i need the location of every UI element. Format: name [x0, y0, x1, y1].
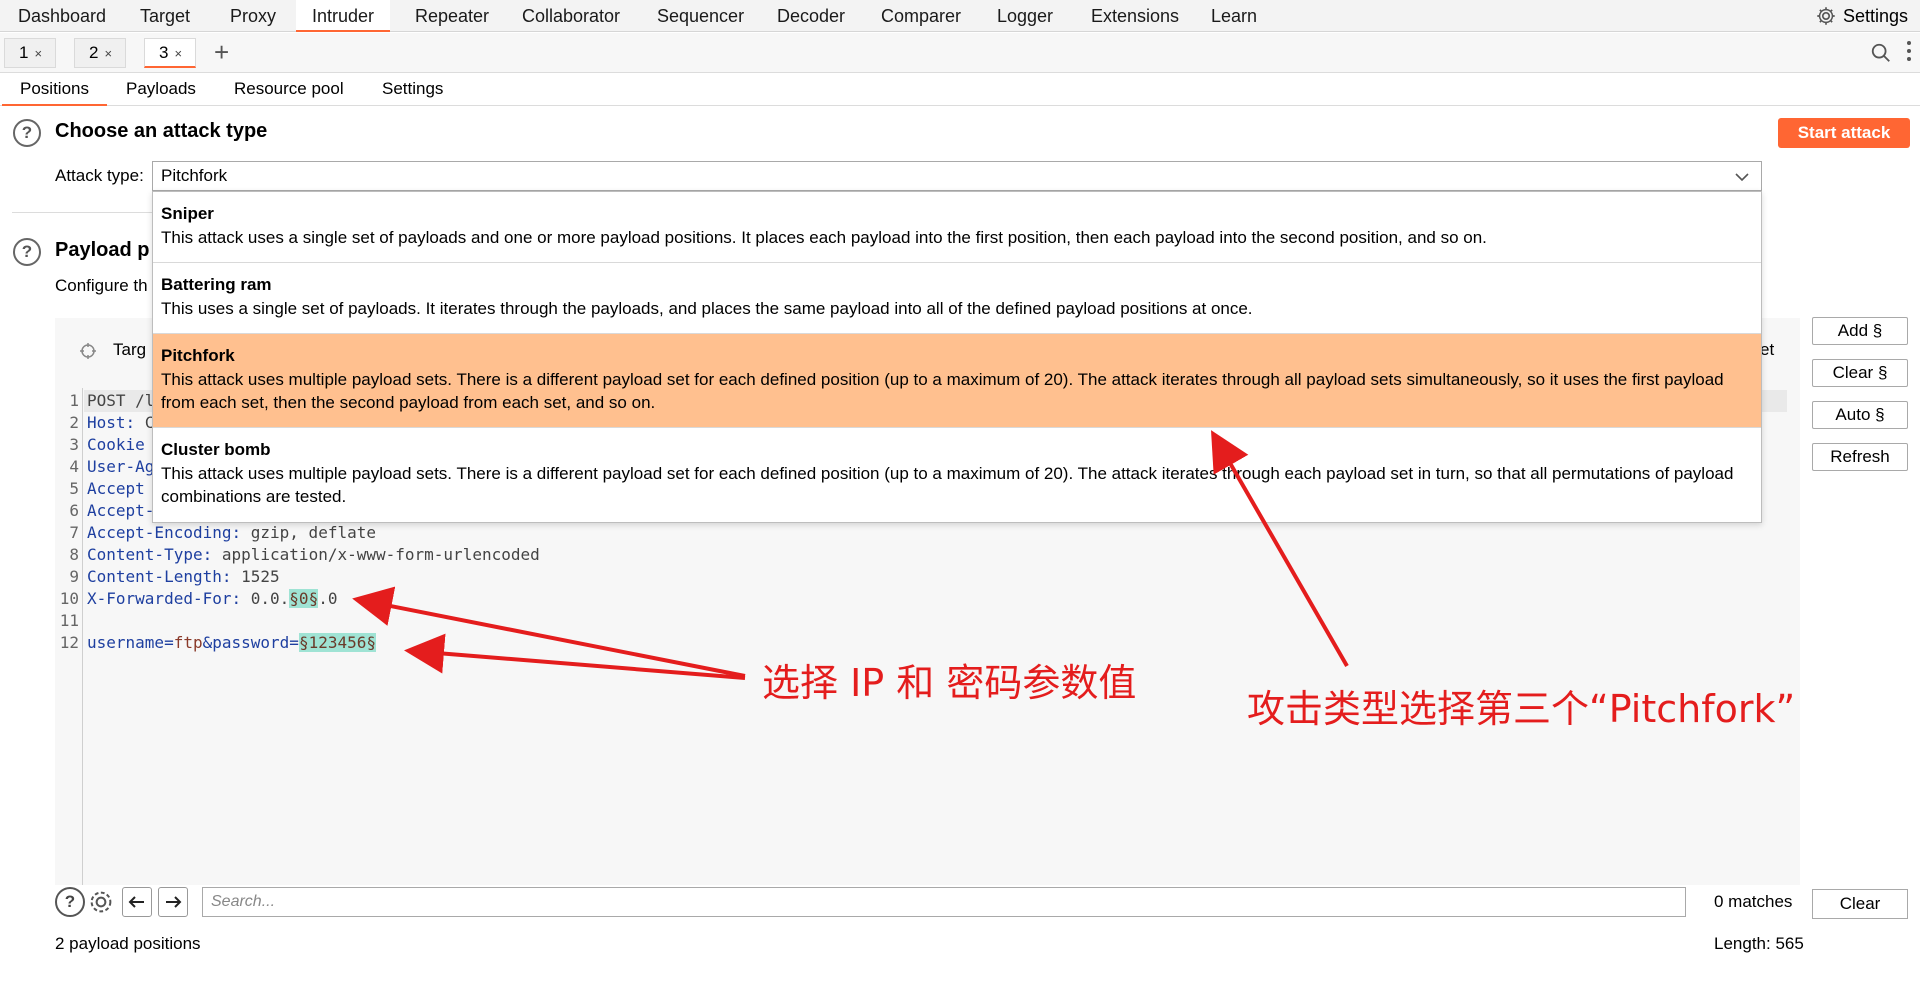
tab-resource-pool[interactable]: Resource pool	[216, 74, 362, 106]
clear-markers-button[interactable]: Clear §	[1812, 359, 1908, 387]
request-tab-2[interactable]: 2 ×	[74, 38, 126, 68]
menu-target[interactable]: Target	[140, 0, 190, 32]
target-icon	[80, 343, 96, 359]
request-line: 2 Host: C	[69, 413, 155, 432]
payload-marker-ip[interactable]: §0§	[289, 589, 319, 608]
option-title: Sniper	[161, 204, 214, 223]
tab-settings[interactable]: Settings	[364, 74, 461, 106]
next-match-button[interactable]	[158, 887, 188, 917]
request-tab-3[interactable]: 3 ×	[144, 38, 196, 68]
refresh-button[interactable]: Refresh	[1812, 443, 1908, 471]
attack-type-dropdown: Sniper This attack uses a single set of …	[152, 191, 1762, 523]
match-count: 0 matches	[1714, 892, 1793, 911]
request-line: 4 User-Ag	[69, 457, 155, 476]
payload-positions-count: 2 payload positions	[55, 934, 201, 953]
menu-intruder[interactable]: Intruder	[296, 0, 391, 32]
menu-decoder[interactable]: Decoder	[777, 0, 845, 32]
request-length: Length: 565	[1714, 934, 1804, 953]
target-label-end: et	[1760, 340, 1775, 359]
option-desc: This attack uses multiple payload sets. …	[161, 370, 1724, 412]
option-desc: This attack uses multiple payload sets. …	[161, 464, 1734, 506]
request-tab-1[interactable]: 1 ×	[4, 38, 56, 68]
menu-comparer[interactable]: Comparer	[881, 0, 961, 32]
help-icon[interactable]: ?	[55, 887, 85, 917]
request-line: 10 X-Forwarded-For: 0.0.§0§.0	[59, 589, 338, 608]
help-icon[interactable]: ?	[13, 119, 41, 147]
menu-repeater[interactable]: Repeater	[415, 0, 489, 32]
add-marker-button[interactable]: Add §	[1812, 317, 1908, 345]
option-sniper[interactable]: Sniper This attack uses a single set of …	[153, 192, 1761, 263]
request-line: 12 username=ftp&password=§123456§	[59, 633, 376, 652]
attack-type-select[interactable]: Pitchfork	[152, 161, 1762, 191]
tab-positions[interactable]: Positions	[2, 74, 107, 106]
request-line: 1 POST /l	[69, 391, 155, 410]
menu-sequencer[interactable]: Sequencer	[657, 0, 744, 32]
tab-label: 1	[19, 43, 29, 62]
option-pitchfork[interactable]: Pitchfork This attack uses multiple payl…	[153, 334, 1761, 428]
request-line: 7 Accept-Encoding: gzip, deflate	[69, 523, 376, 542]
attack-type-heading: Choose an attack type	[55, 120, 268, 142]
configure-text: Configure th	[55, 276, 148, 295]
request-line: 3 Cookie	[69, 435, 145, 454]
start-attack-button[interactable]: Start attack	[1778, 118, 1910, 148]
search-icon[interactable]	[1870, 42, 1892, 64]
payload-positions-heading: Payload p	[55, 239, 150, 261]
menu-proxy[interactable]: Proxy	[230, 0, 276, 32]
clear-search-button[interactable]: Clear	[1812, 889, 1908, 919]
chevron-down-icon	[1735, 173, 1749, 182]
auto-markers-button[interactable]: Auto §	[1812, 401, 1908, 429]
main-menu-bar: Dashboard Target Proxy Intruder Repeater…	[0, 0, 1920, 32]
request-line: 5 Accept	[69, 479, 145, 498]
gear-icon[interactable]	[86, 887, 116, 917]
request-tab-row: 1 × 2 × 3 × +	[0, 33, 1920, 73]
request-line: 11	[59, 611, 79, 630]
option-title: Battering ram	[161, 275, 272, 294]
menu-collaborator[interactable]: Collaborator	[522, 0, 620, 32]
search-input[interactable]: Search...	[202, 887, 1686, 917]
tab-payloads[interactable]: Payloads	[108, 74, 214, 106]
tab-label: 3	[159, 43, 169, 62]
menu-logger[interactable]: Logger	[997, 0, 1053, 32]
request-line: 8 Content-Type: application/x-www-form-ur…	[69, 545, 540, 564]
option-title: Cluster bomb	[161, 440, 271, 459]
menu-dashboard[interactable]: Dashboard	[18, 0, 106, 32]
menu-extensions[interactable]: Extensions	[1091, 0, 1179, 32]
attack-type-label: Attack type:	[55, 166, 144, 185]
close-icon[interactable]: ×	[174, 46, 182, 61]
settings-label: Settings	[1842, 6, 1908, 26]
tab-label: 2	[89, 43, 99, 62]
add-tab-icon[interactable]: +	[214, 37, 229, 67]
annotation-attack-type: 攻击类型选择第三个“Pitchfork”	[1247, 687, 1796, 731]
settings-button[interactable]: Settings	[1815, 0, 1908, 32]
option-desc: This attack uses a single set of payload…	[161, 228, 1487, 247]
gear-icon	[1817, 7, 1835, 25]
request-line: 6 Accept-	[69, 501, 155, 520]
annotation-select-params: 选择 IP 和 密码参数值	[762, 661, 1137, 705]
target-label: Targ	[113, 340, 147, 359]
intruder-subtabs: Positions Payloads Resource pool Setting…	[0, 74, 1920, 106]
option-cluster-bomb[interactable]: Cluster bomb This attack uses multiple p…	[153, 428, 1761, 522]
request-line: 9 Content-Length: 1525	[69, 567, 280, 586]
payload-marker-password[interactable]: §123456§	[298, 633, 376, 652]
arrow-left-icon	[128, 896, 144, 908]
previous-match-button[interactable]	[122, 887, 152, 917]
close-icon[interactable]: ×	[34, 46, 42, 61]
menu-learn[interactable]: Learn	[1211, 0, 1257, 32]
arrow-right-icon	[166, 896, 182, 908]
attack-type-value: Pitchfork	[161, 166, 228, 185]
option-battering-ram[interactable]: Battering ram This uses a single set of …	[153, 263, 1761, 334]
option-title: Pitchfork	[161, 346, 235, 365]
option-desc: This uses a single set of payloads. It i…	[161, 299, 1253, 318]
close-icon[interactable]: ×	[104, 46, 112, 61]
help-icon[interactable]: ?	[13, 238, 41, 266]
more-options-icon[interactable]	[1906, 39, 1912, 63]
